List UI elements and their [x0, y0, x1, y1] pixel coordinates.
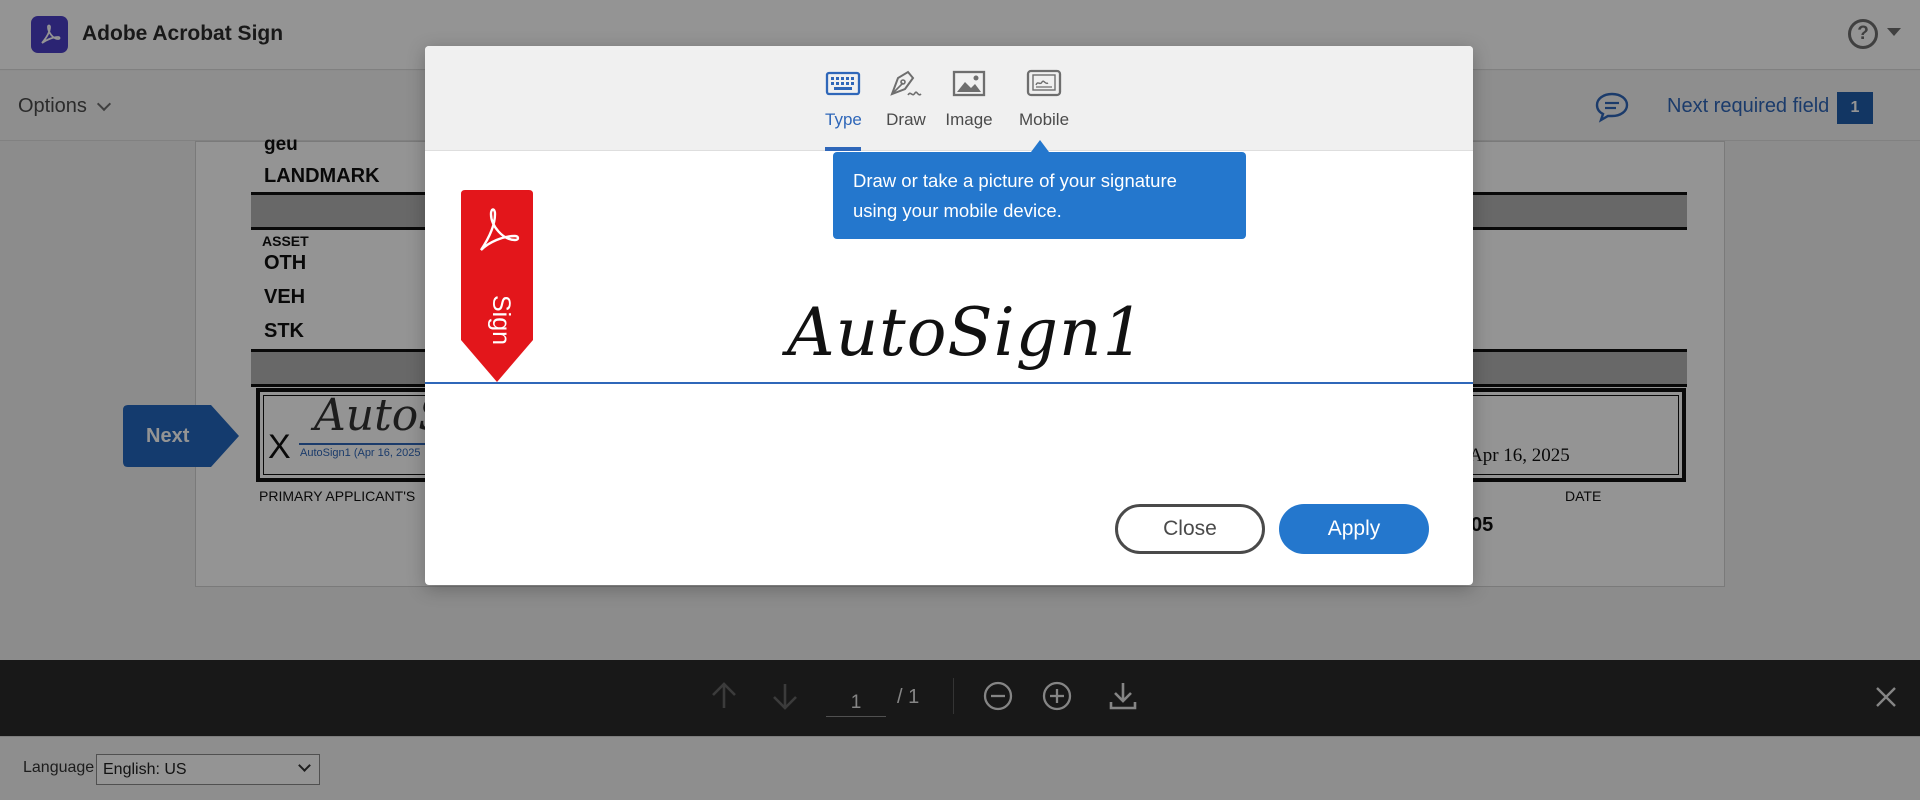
tab-mobile[interactable]: Mobile [1013, 68, 1075, 151]
image-icon [944, 68, 994, 106]
sign-flag-label: Sign [487, 294, 516, 346]
close-button[interactable]: Close [1115, 504, 1265, 554]
tab-draw[interactable]: Draw [883, 68, 929, 151]
pen-icon [883, 68, 929, 106]
typed-signature-preview: AutoSign1 [787, 294, 1146, 371]
mobile-icon [1013, 68, 1075, 106]
tab-type-label: Type [825, 110, 862, 129]
tab-image-label: Image [945, 110, 993, 129]
tab-type[interactable]: Type [825, 68, 862, 151]
tab-draw-label: Draw [886, 110, 926, 129]
apply-button[interactable]: Apply [1279, 504, 1429, 554]
keyboard-icon [825, 68, 861, 106]
tab-image[interactable]: Image [944, 68, 994, 151]
signature-baseline [425, 382, 1473, 384]
mobile-tooltip: Draw or take a picture of your signature… [833, 152, 1246, 239]
signature-dialog: Type Draw Image Mobile Draw or take a pi… [425, 46, 1473, 585]
sign-here-flag [461, 190, 533, 382]
tooltip-arrow [1031, 140, 1049, 152]
tab-mobile-label: Mobile [1018, 110, 1070, 129]
signature-method-tabs: Type Draw Image Mobile [425, 46, 1473, 151]
